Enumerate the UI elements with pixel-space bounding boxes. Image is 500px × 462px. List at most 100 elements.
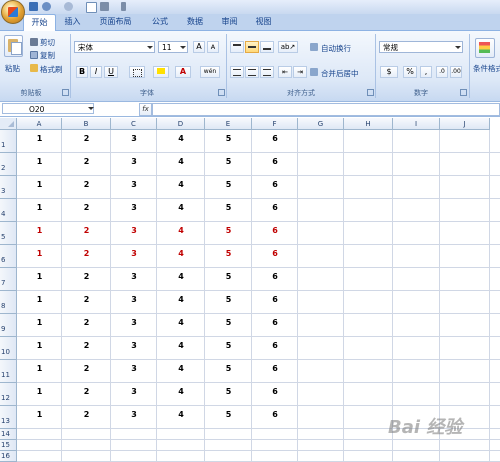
cell-F12[interactable]: 6 (252, 385, 298, 399)
column-header-C[interactable]: C (111, 118, 157, 130)
cell-E4[interactable]: 5 (205, 201, 252, 215)
cell-B3[interactable]: 2 (62, 178, 111, 192)
cell-F1[interactable]: 6 (252, 132, 298, 146)
cell-E5[interactable]: 5 (205, 224, 252, 238)
print-icon[interactable] (100, 2, 109, 11)
cell-F4[interactable]: 6 (252, 201, 298, 215)
cell-B12[interactable]: 2 (62, 385, 111, 399)
tab-5[interactable]: 审阅 (213, 14, 246, 30)
orientation-button[interactable]: ab↗ (278, 41, 298, 53)
cell-F11[interactable]: 6 (252, 362, 298, 376)
cell-A9[interactable]: 1 (17, 316, 62, 330)
cell-B7[interactable]: 2 (62, 270, 111, 284)
shrink-font-button[interactable]: A (207, 41, 219, 53)
cell-B6[interactable]: 2 (62, 247, 111, 261)
currency-button[interactable]: $ (380, 66, 398, 78)
font-name-select[interactable]: 宋体 (74, 41, 155, 53)
alignment-launcher-icon[interactable] (367, 89, 374, 96)
row-header-15[interactable]: 15 (0, 440, 17, 451)
cell-C4[interactable]: 3 (111, 201, 157, 215)
cell-F3[interactable]: 6 (252, 178, 298, 192)
cell-E12[interactable]: 5 (205, 385, 252, 399)
row-header-12[interactable]: 12 (0, 383, 17, 406)
cell-E11[interactable]: 5 (205, 362, 252, 376)
row-header-6[interactable]: 6 (0, 245, 17, 268)
customize-icon[interactable] (121, 2, 126, 11)
cell-C12[interactable]: 3 (111, 385, 157, 399)
redo-icon[interactable] (64, 2, 73, 11)
clipboard-launcher-icon[interactable] (62, 89, 69, 96)
cut-button[interactable]: 剪切 (40, 37, 55, 48)
percent-button[interactable]: % (403, 66, 417, 78)
row-header-7[interactable]: 7 (0, 268, 17, 291)
cell-F2[interactable]: 6 (252, 155, 298, 169)
cell-A8[interactable]: 1 (17, 293, 62, 307)
row-header-14[interactable]: 14 (0, 429, 17, 440)
cell-A13[interactable]: 1 (17, 408, 62, 422)
cell-A10[interactable]: 1 (17, 339, 62, 353)
cell-D3[interactable]: 4 (157, 178, 205, 192)
format-painter-button[interactable]: 格式刷 (40, 64, 63, 75)
row-header-13[interactable]: 13 (0, 406, 17, 429)
align-left-button[interactable] (230, 66, 244, 78)
undo-icon[interactable] (42, 2, 51, 11)
decrease-indent-button[interactable]: ⇤ (278, 66, 292, 78)
phonetic-button[interactable]: wén (200, 66, 220, 78)
row-header-3[interactable]: 3 (0, 176, 17, 199)
row-header-1[interactable]: 1 (0, 130, 17, 153)
cell-B10[interactable]: 2 (62, 339, 111, 353)
cell-F7[interactable]: 6 (252, 270, 298, 284)
increase-decimal-button[interactable]: .0 (436, 66, 448, 78)
cell-F5[interactable]: 6 (252, 224, 298, 238)
cell-A5[interactable]: 1 (17, 224, 62, 238)
cell-D2[interactable]: 4 (157, 155, 205, 169)
cell-C5[interactable]: 3 (111, 224, 157, 238)
chevron-down-icon[interactable] (88, 107, 94, 110)
cell-A11[interactable]: 1 (17, 362, 62, 376)
cell-A2[interactable]: 1 (17, 155, 62, 169)
cell-E7[interactable]: 5 (205, 270, 252, 284)
cell-F6[interactable]: 6 (252, 247, 298, 261)
tab-6[interactable]: 视图 (247, 14, 280, 30)
row-header-4[interactable]: 4 (0, 199, 17, 222)
decrease-decimal-button[interactable]: .00 (450, 66, 462, 78)
cell-A4[interactable]: 1 (17, 201, 62, 215)
cell-C13[interactable]: 3 (111, 408, 157, 422)
cell-D11[interactable]: 4 (157, 362, 205, 376)
cell-B13[interactable]: 2 (62, 408, 111, 422)
cell-B11[interactable]: 2 (62, 362, 111, 376)
align-right-button[interactable] (260, 66, 274, 78)
column-header-D[interactable]: D (157, 118, 205, 130)
row-header-11[interactable]: 11 (0, 360, 17, 383)
cell-E6[interactable]: 5 (205, 247, 252, 261)
conditional-format-button[interactable]: 条件格式 (473, 63, 500, 74)
align-middle-button[interactable] (245, 41, 259, 53)
cell-C6[interactable]: 3 (111, 247, 157, 261)
cell-E13[interactable]: 5 (205, 408, 252, 422)
column-header-B[interactable]: B (62, 118, 111, 130)
bold-button[interactable]: B (76, 66, 88, 78)
align-bottom-button[interactable] (260, 41, 274, 53)
merge-center-button[interactable]: 合并后居中 (321, 68, 359, 79)
column-header-I[interactable]: I (393, 118, 440, 130)
paste-icon[interactable] (4, 35, 23, 57)
cell-C7[interactable]: 3 (111, 270, 157, 284)
cell-B8[interactable]: 2 (62, 293, 111, 307)
cell-B4[interactable]: 2 (62, 201, 111, 215)
spreadsheet-grid[interactable]: A B C D E F G H I J 1 2 3 4 5 6 7 8 9 10 11 12 13 14 15 16 1 2 3 4 5 6 1… (0, 118, 500, 462)
cell-E8[interactable]: 5 (205, 293, 252, 307)
conditional-format-icon[interactable] (475, 38, 495, 58)
column-header-H[interactable]: H (344, 118, 393, 130)
cell-F8[interactable]: 6 (252, 293, 298, 307)
save-icon[interactable] (29, 2, 38, 11)
cell-C11[interactable]: 3 (111, 362, 157, 376)
cell-C2[interactable]: 3 (111, 155, 157, 169)
cell-E10[interactable]: 5 (205, 339, 252, 353)
tab-2[interactable]: 页面布局 (89, 14, 142, 30)
cell-C3[interactable]: 3 (111, 178, 157, 192)
tab-4[interactable]: 数据 (178, 14, 212, 30)
cell-D6[interactable]: 4 (157, 247, 205, 261)
cell-E1[interactable]: 5 (205, 132, 252, 146)
cell-C8[interactable]: 3 (111, 293, 157, 307)
cell-E2[interactable]: 5 (205, 155, 252, 169)
